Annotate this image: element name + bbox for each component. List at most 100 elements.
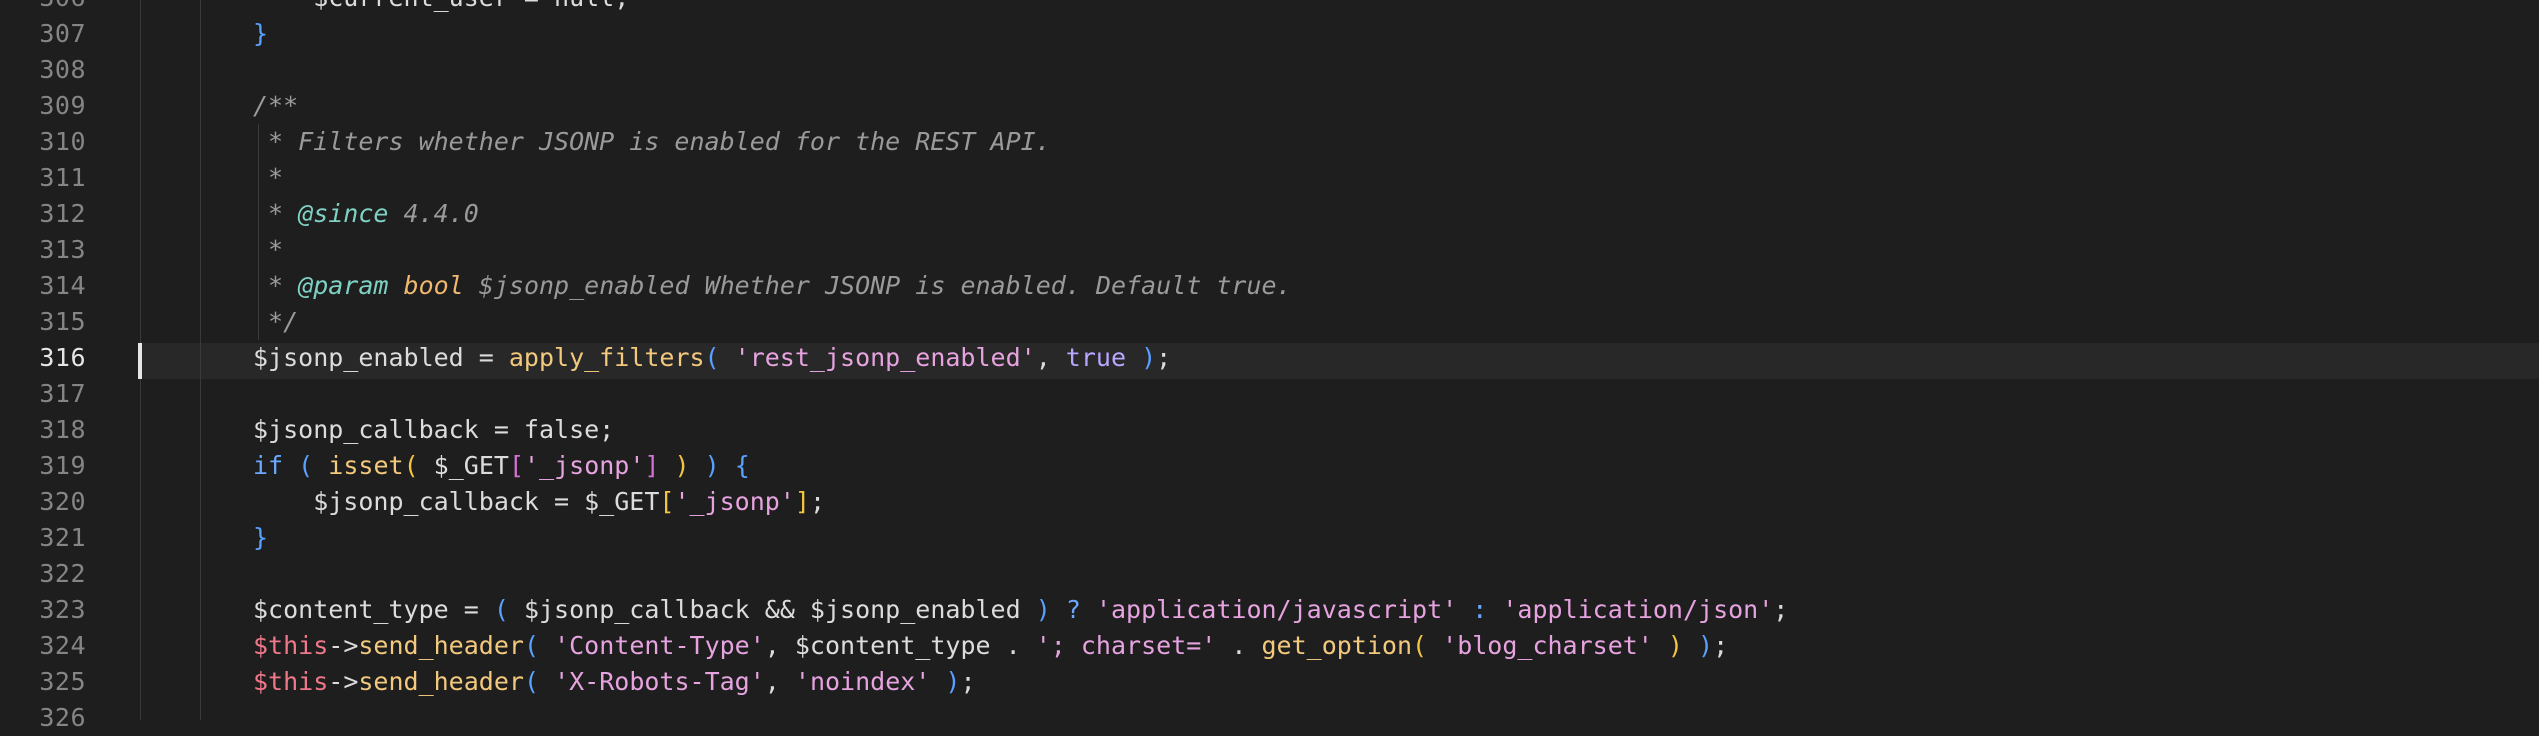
code-token: (	[493, 595, 509, 624]
line-number[interactable]: 310	[0, 124, 86, 160]
line-number[interactable]: 307	[0, 16, 86, 52]
line-number[interactable]: 317	[0, 376, 86, 412]
line-number[interactable]: 316	[0, 340, 86, 376]
line-number[interactable]: 318	[0, 412, 86, 448]
line-number[interactable]: 308	[0, 52, 86, 88]
line-number[interactable]: 313	[0, 232, 86, 268]
code-line[interactable]: if ( isset( $_GET['_jsonp'] ) ) {	[253, 448, 750, 484]
code-token: [	[659, 487, 675, 516]
code-token: $this	[253, 631, 329, 660]
code-line[interactable]: * @param bool $jsonp_enabled Whether JSO…	[253, 268, 1292, 304]
line-number[interactable]: 322	[0, 556, 86, 592]
code-token: ]	[644, 451, 660, 480]
code-token: '_jsonp'	[524, 451, 645, 480]
code-token: ?	[1065, 595, 1081, 624]
code-token: $_GET	[418, 451, 509, 480]
code-token: ,	[1035, 343, 1066, 372]
code-line[interactable]: $this->send_header( 'Content-Type', $con…	[253, 628, 1728, 664]
code-line[interactable]: }	[253, 16, 268, 52]
line-number[interactable]: 311	[0, 160, 86, 196]
code-token: true	[1065, 343, 1127, 372]
code-line[interactable]: $jsonp_callback = $_GET['_jsonp'];	[253, 484, 825, 520]
line-number[interactable]: 312	[0, 196, 86, 232]
code-editor[interactable]: 3063073083093103113123133143153163173183…	[0, 0, 2539, 732]
code-token: get_option	[1261, 631, 1413, 660]
code-token: 'application/javascript'	[1095, 595, 1458, 624]
line-number[interactable]: 324	[0, 628, 86, 664]
code-token: (	[704, 343, 735, 372]
code-token: :	[1472, 595, 1488, 624]
code-token: 'application/json'	[1502, 595, 1774, 624]
code-line[interactable]: $this->send_header( 'X-Robots-Tag', 'noi…	[253, 664, 976, 700]
code-token: isset	[328, 451, 404, 480]
code-line[interactable]: */	[253, 304, 298, 340]
code-token: ;	[1773, 595, 1789, 624]
code-line[interactable]: $content_type = ( $jsonp_callback && $js…	[253, 592, 1788, 628]
code-token: ->	[328, 631, 359, 660]
code-token: $jsonp_enabled =	[253, 343, 509, 372]
code-line[interactable]: $jsonp_callback = false;	[253, 412, 614, 448]
line-number[interactable]: 320	[0, 484, 86, 520]
code-token: , $content_type .	[764, 631, 1036, 660]
code-line[interactable]: * Filters whether JSONP is enabled for t…	[253, 124, 1051, 160]
line-number[interactable]: 319	[0, 448, 86, 484]
code-token: ;	[960, 667, 976, 696]
code-token: send_header	[358, 667, 524, 696]
code-token: )	[704, 451, 720, 480]
line-number[interactable]: 323	[0, 592, 86, 628]
code-area[interactable]: $current_user = null;} /** * Filters whet…	[140, 0, 2539, 720]
line-number-gutter[interactable]: 3063073083093103113123133143153163173183…	[0, 0, 140, 732]
code-token: {	[734, 451, 750, 480]
code-token: )	[945, 667, 961, 696]
line-number[interactable]: 321	[0, 520, 86, 556]
code-line[interactable]: *	[253, 160, 283, 196]
code-line[interactable]: $current_user = null;	[253, 0, 629, 16]
code-token: (	[298, 451, 314, 480]
line-number[interactable]: 326	[0, 700, 86, 736]
code-line[interactable]: * @since 4.4.0	[253, 196, 479, 232]
code-token: *	[253, 235, 284, 264]
code-token: apply_filters	[508, 343, 705, 372]
code-token: @since	[298, 199, 389, 228]
code-token: * Filters whether JSONP is enabled for t…	[253, 127, 1051, 156]
code-token: $current_user = null;	[253, 0, 629, 12]
line-number[interactable]: 315	[0, 304, 86, 340]
code-token: )	[1667, 631, 1683, 660]
code-token: $this	[253, 667, 329, 696]
code-token: 'rest_jsonp_enabled'	[734, 343, 1036, 372]
code-token: send_header	[358, 631, 524, 660]
code-token: '; charset='	[1035, 631, 1217, 660]
line-number[interactable]: 306	[0, 0, 86, 16]
code-token: )	[1035, 595, 1051, 624]
code-token: ,	[764, 667, 795, 696]
code-token: (	[523, 667, 555, 696]
line-number[interactable]: 314	[0, 268, 86, 304]
code-token: ]	[794, 487, 810, 516]
code-token: /**	[253, 91, 299, 120]
code-line[interactable]: }	[253, 520, 268, 556]
code-token: (	[403, 451, 419, 480]
code-token: .	[1216, 631, 1262, 660]
code-token: )	[1126, 343, 1157, 372]
code-token: (	[523, 631, 555, 660]
code-line[interactable]: $jsonp_enabled = apply_filters( 'rest_js…	[253, 340, 1171, 376]
code-token: ;	[1713, 631, 1729, 660]
line-number[interactable]: 325	[0, 664, 86, 700]
code-token: @param	[298, 271, 389, 300]
line-number[interactable]: 309	[0, 88, 86, 124]
code-token: '_jsonp'	[674, 487, 795, 516]
code-token: bool	[403, 271, 464, 300]
code-token: }	[253, 523, 269, 552]
code-line[interactable]: *	[253, 232, 283, 268]
text-cursor	[138, 343, 142, 379]
code-line[interactable]: /**	[253, 88, 298, 124]
code-token: ->	[328, 667, 359, 696]
